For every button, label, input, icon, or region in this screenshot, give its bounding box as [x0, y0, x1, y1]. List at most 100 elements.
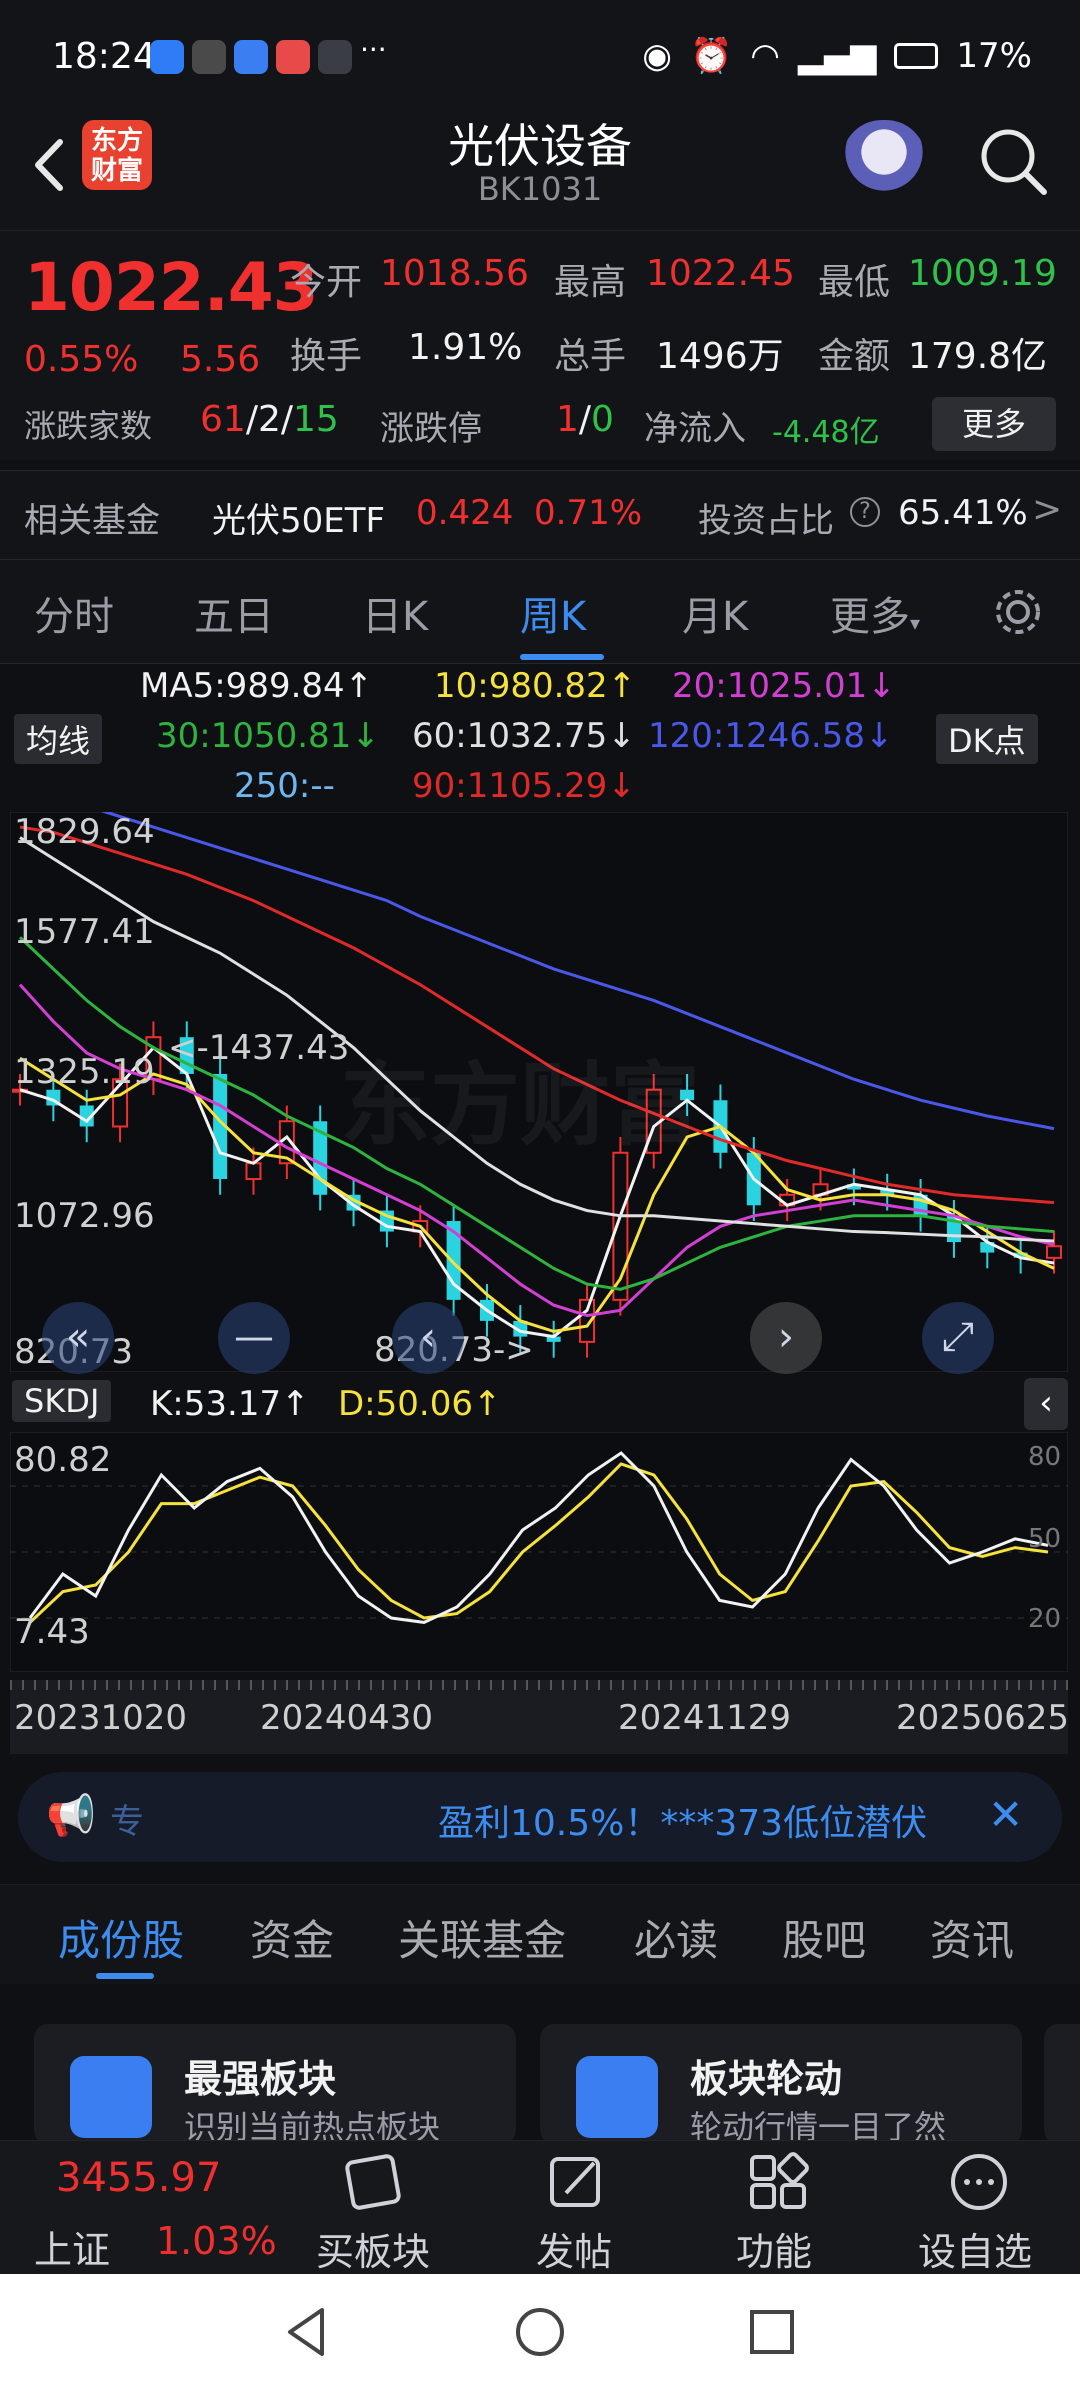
- fund-label: 相关基金: [24, 501, 160, 541]
- skdj-y-top: 80.82: [14, 1440, 112, 1480]
- nav-post[interactable]: 发帖: [536, 2221, 612, 2276]
- x-tick-label: 20250625: [896, 1698, 1070, 1738]
- y-axis-label: 1325.19: [14, 1052, 155, 1092]
- ma-legend: MA5:989.84↑ 10:980.82↑ 20:1025.01↓ 均线 30…: [0, 664, 1080, 812]
- content-tab-bar: 成份股 资金 关联基金 必读 股吧 资讯: [0, 1884, 1080, 1984]
- tab-news[interactable]: 资讯: [930, 1907, 1014, 1968]
- add-watchlist-icon[interactable]: [946, 2151, 1012, 2213]
- x-tick-label: 20231020: [14, 1698, 188, 1738]
- active-tab-indicator: [520, 654, 604, 660]
- expand-icon[interactable]: ⤢: [922, 1302, 994, 1374]
- chart-board-icon: [70, 2056, 152, 2138]
- tab-constituents[interactable]: 成份股: [58, 1907, 184, 1968]
- robot-avatar[interactable]: [842, 120, 926, 200]
- card-partial[interactable]: [1044, 2024, 1080, 2144]
- settings-gear-icon[interactable]: [990, 584, 1046, 640]
- chevron-right-icon: >: [1032, 489, 1063, 530]
- alarm-icon: ⏰: [689, 36, 733, 76]
- tab-related-funds[interactable]: 关联基金: [398, 1907, 566, 1968]
- battery-percent: 17%: [956, 36, 1032, 76]
- fund-name: 光伏50ETF: [212, 501, 386, 541]
- open-value: 1018.56: [380, 253, 529, 294]
- tab-must-read[interactable]: 必读: [634, 1907, 718, 1968]
- change-pct: 0.55%: [24, 339, 139, 380]
- quote-panel: 1022.43 0.55% 5.56 今开 1018.56 最高 1022.45…: [0, 230, 1080, 460]
- help-icon[interactable]: ?: [850, 497, 880, 527]
- search-icon[interactable]: [976, 124, 1052, 200]
- megaphone-icon: 📢: [46, 1793, 96, 1839]
- x-tick-label: 20241129: [618, 1698, 792, 1738]
- x-tick-label: 20240430: [260, 1698, 434, 1738]
- tab-capital[interactable]: 资金: [250, 1907, 334, 1968]
- index-pct: 1.03%: [156, 2219, 277, 2263]
- ma5-label: MA5:989.84↑: [140, 666, 374, 706]
- skdj-y-right: 80: [1028, 1442, 1062, 1472]
- updown-counts: 61/2/15: [200, 399, 339, 440]
- system-back-icon[interactable]: [278, 2304, 334, 2360]
- card-title: 最强板块: [184, 2057, 337, 2101]
- wechat-icon: [192, 40, 226, 74]
- ma-toggle-button[interactable]: 均线: [14, 714, 103, 764]
- indicator-select[interactable]: SKDJ: [12, 1380, 112, 1422]
- fund-pct: 0.71%: [534, 493, 643, 533]
- volume-label: 总手: [554, 336, 627, 377]
- fund-price: 0.424: [416, 493, 514, 533]
- battery-icon: [894, 43, 939, 69]
- tab-daily[interactable]: 日K: [362, 584, 428, 642]
- more-button[interactable]: 更多: [932, 397, 1056, 451]
- skdj-d-value: D:50.06↑: [338, 1384, 502, 1424]
- kline-chart[interactable]: 东方财富 1829.64 1577.41 1325.19 1072.96 820…: [10, 812, 1068, 1374]
- more-dots-icon: ···: [360, 33, 387, 66]
- nav-functions[interactable]: 功能: [736, 2221, 812, 2276]
- card-sector-rotation[interactable]: 板块轮动 轮动行情一目了然: [540, 2024, 1022, 2146]
- tab-monthly[interactable]: 月K: [682, 584, 748, 642]
- skdj-chart[interactable]: 80.82 7.43 80 50 20: [10, 1432, 1068, 1672]
- status-time: 18:24: [52, 36, 156, 77]
- index-value[interactable]: 3455.97: [56, 2155, 221, 2201]
- collapse-icon[interactable]: ‹: [1024, 1378, 1068, 1430]
- last-price: 1022.43: [24, 249, 319, 326]
- tab-forum[interactable]: 股吧: [782, 1907, 866, 1968]
- nav-add-watchlist[interactable]: 设自选: [918, 2221, 1032, 2276]
- banner-prefix: 专: [110, 1802, 144, 1842]
- card-strongest-sector[interactable]: 最强板块 识别当前热点板块: [34, 2024, 516, 2146]
- ratio-label: 投资占比: [698, 501, 834, 541]
- date-ticks: [10, 1680, 1068, 1690]
- ma90-label: 90:1105.29↓: [412, 766, 636, 806]
- low-label: 最低: [818, 262, 891, 303]
- close-icon[interactable]: ✕: [988, 1790, 1023, 1839]
- app-logo[interactable]: 东方财富: [82, 120, 152, 190]
- system-home-icon[interactable]: [512, 2304, 568, 2360]
- tab-intraday[interactable]: 分时: [34, 584, 114, 642]
- related-fund-row[interactable]: 相关基金 光伏50ETF 0.424 0.71% 投资占比 ? 65.41% >: [0, 470, 1080, 560]
- candle: [245, 1162, 262, 1181]
- ma60-label: 60:1032.75↓: [412, 716, 636, 756]
- nav-buy-sector[interactable]: 买板块: [316, 2221, 430, 2276]
- watermark: 东方财富: [340, 1053, 700, 1158]
- eye-icon: ◉: [642, 36, 672, 76]
- index-name: 上证: [34, 2228, 111, 2272]
- status-right: ◉ ⏰ ◠ ▂▄▆ 17%: [642, 36, 1032, 76]
- promo-banner[interactable]: 📢 专 盈利10.5%！***373低位潜伏 ✕: [18, 1772, 1062, 1862]
- functions-icon[interactable]: [746, 2151, 812, 2213]
- low-value: 1009.19: [908, 253, 1057, 294]
- limit-label: 涨跌停: [380, 409, 482, 449]
- signal-icon: ▂▄▆: [797, 36, 877, 76]
- tab-weekly[interactable]: 周K: [520, 584, 586, 642]
- ma30-label: 30:1050.81↓: [156, 716, 380, 756]
- ratio-value: 65.41%: [898, 493, 1028, 533]
- date-axis: 20231020 20240430 20241129 20250625: [10, 1680, 1070, 1754]
- tab-five-day[interactable]: 五日: [194, 584, 274, 642]
- back-icon[interactable]: [22, 130, 82, 200]
- step-right-button[interactable]: ›: [750, 1302, 822, 1374]
- high-value: 1022.45: [646, 253, 795, 294]
- system-recents-icon[interactable]: [744, 2304, 800, 2360]
- tab-more[interactable]: 更多▾: [830, 584, 920, 642]
- buy-sector-icon[interactable]: [340, 2151, 406, 2213]
- dk-point-button[interactable]: DK点: [936, 714, 1038, 764]
- zoom-out-button[interactable]: —: [218, 1302, 290, 1374]
- turnover-value: 1.91%: [408, 327, 523, 368]
- step-left-button[interactable]: ‹: [392, 1302, 464, 1374]
- scroll-left-button[interactable]: «: [42, 1302, 114, 1374]
- post-icon[interactable]: [544, 2151, 610, 2213]
